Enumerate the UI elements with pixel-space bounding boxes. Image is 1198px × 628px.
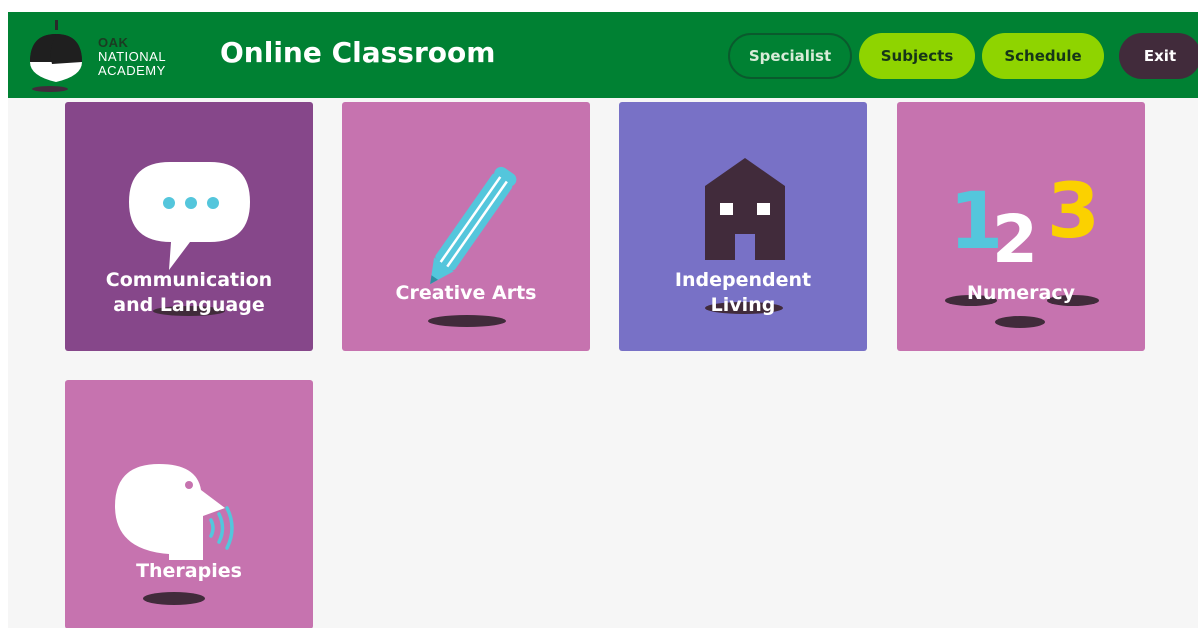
tile-label: Therapies (65, 559, 313, 584)
tile-label-line-1: Creative Arts (395, 282, 537, 304)
acorn-icon (30, 20, 82, 92)
subjects-button[interactable]: Subjects (859, 33, 975, 79)
head-shadow (143, 592, 205, 605)
tile-therapies[interactable]: Therapies (65, 380, 313, 628)
oak-logo[interactable]: OAK NATIONAL ACADEMY (26, 20, 166, 92)
digit-three: 3 (1047, 166, 1100, 255)
logo-line-national: NATIONAL (98, 49, 167, 64)
exit-button[interactable]: Exit (1119, 33, 1198, 79)
logo-line-academy: ACADEMY (98, 63, 166, 78)
tile-numeracy[interactable]: 1 2 3 Numeracy (897, 102, 1145, 351)
logo-line-oak: OAK (98, 35, 129, 50)
tile-label: Communication and Language (65, 268, 313, 318)
tile-label: Creative Arts (342, 281, 590, 306)
tile-label-line-1: Numeracy (967, 282, 1075, 304)
tile-label-line-2: Living (710, 294, 776, 316)
tile-label-line-1: Independent (674, 269, 812, 291)
tile-label-line-2: and Language (113, 294, 265, 316)
tile-label: Independent Living (619, 268, 867, 318)
digit-shadow (995, 316, 1045, 328)
tile-label-line-1: Communication (105, 269, 273, 291)
pencil-icon (430, 166, 517, 285)
specialist-button[interactable]: Specialist (728, 33, 852, 79)
schedule-button[interactable]: Schedule (982, 33, 1104, 79)
pencil-shadow (428, 315, 506, 327)
tile-label-line-1: Therapies (136, 560, 242, 582)
app-frame: OAK NATIONAL ACADEMY Online Classroom Sp… (8, 12, 1198, 628)
speaking-head-icon (115, 464, 234, 560)
numbers-123-icon: 1 2 3 (949, 166, 1100, 278)
tile-independent-living[interactable]: Independent Living (619, 102, 867, 351)
digit-two: 2 (992, 201, 1038, 278)
logo-wordmark: OAK NATIONAL ACADEMY (98, 36, 166, 78)
tile-creative-arts[interactable]: Creative Arts (342, 102, 590, 351)
tile-communication-and-language[interactable]: Communication and Language (65, 102, 313, 351)
tile-label: Numeracy (897, 281, 1145, 306)
top-header: OAK NATIONAL ACADEMY Online Classroom Sp… (8, 12, 1198, 98)
page-title: Online Classroom (220, 36, 496, 69)
